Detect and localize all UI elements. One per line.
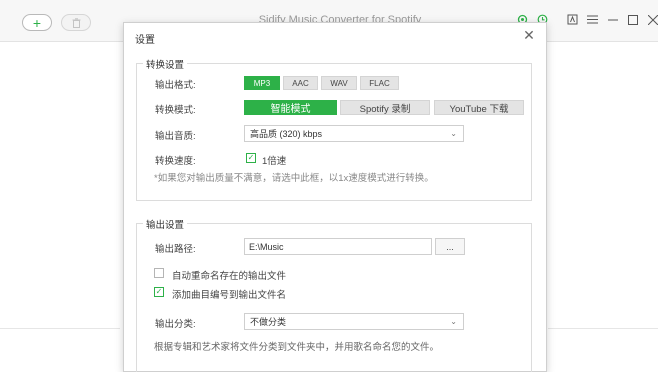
feedback-icon[interactable] <box>566 13 579 26</box>
speed-hint: *如果您对输出质量不满意，请选中此框，以1x速度模式进行转换。 <box>154 173 434 184</box>
quality-select[interactable]: 高品质 (320) kbps ⌄ <box>244 125 464 142</box>
divider <box>548 328 658 329</box>
format-mp3-button[interactable]: MP3 <box>244 76 280 90</box>
quality-value: 高品质 (320) kbps <box>250 129 323 139</box>
output-format-label: 输出格式: <box>155 80 196 91</box>
settings-dialog: 设置 ✕ 转换设置 输出格式: MP3 AAC WAV FLAC 转换模式: 智… <box>123 22 547 372</box>
classify-select[interactable]: 不做分类 ⌄ <box>244 313 464 330</box>
format-aac-button[interactable]: AAC <box>283 76 318 90</box>
output-quality-label: 输出音质: <box>155 131 196 142</box>
add-track-number-label: 添加曲目编号到输出文件名 <box>172 290 287 301</box>
auto-rename-checkbox[interactable] <box>154 268 164 278</box>
minimize-icon[interactable] <box>606 13 619 26</box>
format-wav-button[interactable]: WAV <box>321 76 357 90</box>
delete-button[interactable] <box>61 14 91 31</box>
chevron-down-icon: ⌄ <box>450 129 457 138</box>
window-close-icon[interactable] <box>646 13 658 26</box>
browse-button[interactable]: ... <box>435 238 465 255</box>
menu-icon[interactable] <box>586 13 599 26</box>
format-flac-button[interactable]: FLAC <box>360 76 399 90</box>
add-track-number-checkbox[interactable]: ✓ <box>154 287 164 297</box>
group-title: 输出设置 <box>143 217 188 231</box>
convert-speed-label: 转换速度: <box>155 156 196 167</box>
convert-settings-group: 转换设置 输出格式: MP3 AAC WAV FLAC 转换模式: 智能模式 S… <box>136 57 532 201</box>
output-classify-label: 输出分类: <box>155 319 196 330</box>
close-icon[interactable]: ✕ <box>522 27 536 43</box>
classify-value: 不做分类 <box>250 317 287 327</box>
convert-mode-label: 转换模式: <box>155 105 196 116</box>
dialog-title: 设置 <box>135 35 155 46</box>
output-path-label: 输出路径: <box>155 244 196 255</box>
maximize-icon[interactable] <box>626 13 639 26</box>
speed-option-label: 1倍速 <box>262 156 287 167</box>
divider <box>0 328 120 329</box>
chevron-down-icon: ⌄ <box>450 317 457 326</box>
speed-checkbox[interactable]: ✓ <box>246 153 256 163</box>
group-title: 转换设置 <box>143 57 188 71</box>
trash-icon <box>72 17 80 28</box>
mode-smart-button[interactable]: 智能模式 <box>244 100 337 115</box>
output-path-field[interactable]: E:\Music <box>244 238 432 255</box>
mode-spotify-record-button[interactable]: Spotify 录制 <box>340 100 430 115</box>
mode-youtube-download-button[interactable]: YouTube 下载 <box>434 100 524 115</box>
plus-icon: + <box>32 14 42 31</box>
classify-hint: 根据专辑和艺术家将文件分类到文件夹中，并用歌名命名您的文件。 <box>154 342 440 353</box>
add-button[interactable]: + <box>22 14 52 31</box>
output-settings-group: 输出设置 输出路径: E:\Music ... 自动重命名存在的输出文件 ✓ 添… <box>136 217 532 372</box>
auto-rename-label: 自动重命名存在的输出文件 <box>172 271 287 282</box>
